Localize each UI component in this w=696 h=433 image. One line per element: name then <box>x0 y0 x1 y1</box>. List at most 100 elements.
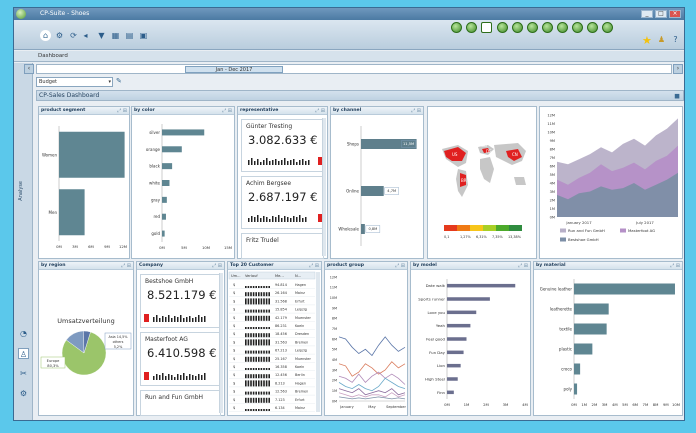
tick-label: 4M <box>612 402 618 407</box>
cell-text: 7.123 <box>275 398 285 402</box>
green-map-icon[interactable] <box>572 22 583 33</box>
minimize-button[interactable]: _ <box>641 10 653 18</box>
panel-menu-icon[interactable]: ⤢ ⊞ <box>315 107 325 115</box>
cell-text: Berlin <box>295 373 305 377</box>
timeline-prev-button[interactable]: ‹ <box>24 64 34 74</box>
green-line-icon[interactable] <box>527 22 538 33</box>
kpi-card[interactable]: Günter Tresting 3.082.633 € <box>241 119 324 172</box>
bar <box>162 163 173 170</box>
dashboard-help-icon[interactable]: ◼ <box>674 92 680 100</box>
kpi-card[interactable]: Masterfoot AG 6.410.598 € <box>140 332 221 386</box>
print-icon[interactable]: ▣ <box>138 30 149 41</box>
category-label: plastic <box>559 347 572 352</box>
green-pie-icon[interactable] <box>497 22 508 33</box>
sparkbar <box>247 368 250 370</box>
table-icon[interactable]: ▤ <box>124 30 135 41</box>
bar <box>447 283 516 288</box>
panel-menu-icon[interactable]: ⤢ ⊞ <box>518 262 528 270</box>
sparkbar <box>265 309 268 313</box>
grid-icon[interactable]: ▦ <box>110 30 121 41</box>
green-area-icon[interactable] <box>542 22 553 33</box>
green-table-icon[interactable] <box>557 22 568 33</box>
sidebar-person-icon[interactable]: ♙ <box>18 348 29 359</box>
settings-icon[interactable]: ⚙ <box>54 30 65 41</box>
green-bar-icon[interactable] <box>512 22 523 33</box>
analyse-tab[interactable]: Analyse <box>18 181 24 201</box>
map-label: GB <box>481 143 487 148</box>
sparkbar <box>247 286 250 288</box>
kpi-card[interactable]: Run and Fun GmbH <box>140 390 221 416</box>
filter-icon[interactable]: ▼ <box>96 30 107 41</box>
green-chart-icon[interactable] <box>466 22 477 33</box>
user-icon[interactable]: ♟ <box>656 34 667 45</box>
cell-text: $ <box>233 299 235 303</box>
panel-menu-icon[interactable]: ⤢ ⊞ <box>670 262 680 270</box>
scrollbar[interactable] <box>322 118 326 256</box>
kpi-card[interactable]: Fritz Trudel <box>241 233 324 259</box>
kpi-card[interactable]: Bestshoe GmbH 8.521.179 € <box>140 274 221 328</box>
kpi-name: Fritz Trudel <box>246 237 279 244</box>
timeline-range[interactable]: Jan - Dec 2017 <box>185 66 283 73</box>
series-line <box>338 371 406 385</box>
timeline-next-button[interactable]: › <box>673 64 683 74</box>
sparkbar <box>265 315 268 321</box>
sparkbar <box>245 339 247 346</box>
panel-menu-icon[interactable]: ⤢ ⊞ <box>222 107 232 115</box>
sparkbar <box>263 380 265 387</box>
cell-text: Leipzig <box>295 349 307 353</box>
category-label: leatherette <box>550 307 573 312</box>
tick-label: 0M <box>56 244 62 249</box>
panel-menu-icon[interactable]: ⤢ ⊞ <box>212 262 222 270</box>
refresh-icon[interactable]: ⟳ <box>68 30 79 41</box>
panel-menu-icon[interactable]: ⤢ ⊞ <box>309 262 319 270</box>
left-sidebar: Analyse ◔ ♙ ✂ ⚙ <box>14 63 33 420</box>
sparkbar <box>255 374 257 379</box>
timeline-slider[interactable]: Jan - Dec 2017 <box>36 64 672 74</box>
close-button[interactable]: × <box>669 10 681 18</box>
category-label: croco <box>561 367 572 372</box>
scenario-select[interactable]: Budget ▾ <box>36 77 113 87</box>
panel-menu-icon[interactable]: ⤢ ⊞ <box>117 107 127 115</box>
sidebar-tools-icon[interactable]: ✂ <box>18 368 29 379</box>
speaker-icon[interactable]: ◂ <box>80 30 91 41</box>
maximize-button[interactable]: □ <box>655 10 667 18</box>
tick-label: 8M <box>332 317 337 321</box>
sparkbar <box>245 298 247 305</box>
tick-label: 1M <box>464 402 470 407</box>
sidebar-gear-icon[interactable]: ⚙ <box>18 388 29 399</box>
world-map[interactable]: US GB DE CN BR 0,1 1,27% 6,31% 7,35% 13,38% <box>428 107 536 258</box>
sparkbar <box>250 380 252 387</box>
tick-label: 3M <box>550 190 555 194</box>
title-bar: CP-Suite - Shoes _ □ × <box>14 8 684 20</box>
top20-table[interactable]: Um... Verlauf Me... N... $ 94.814 Hagen $ 26.164… <box>228 271 321 416</box>
green-globe-icon[interactable] <box>451 22 462 33</box>
bar <box>574 283 675 295</box>
sparkbar <box>250 350 252 354</box>
help-icon[interactable]: ? <box>670 34 681 45</box>
category-label: white <box>149 181 160 186</box>
category-label: Sports runner <box>418 297 445 302</box>
green-info-icon[interactable] <box>602 22 613 33</box>
bar <box>447 350 464 355</box>
sidebar-chart-icon[interactable]: ◔ <box>18 328 29 339</box>
active-chart-icon[interactable] <box>481 22 492 33</box>
panel-menu-icon[interactable]: ⤢ ⊞ <box>411 107 421 115</box>
scrollbar[interactable] <box>219 273 223 413</box>
sparkbar <box>247 327 250 329</box>
star-icon[interactable]: ★ <box>642 34 652 47</box>
sparkbar <box>255 315 257 321</box>
sparkbar <box>247 374 250 379</box>
tick-label: 11M <box>547 122 555 126</box>
edit-icon[interactable]: ✎ <box>116 77 122 85</box>
green-export-icon[interactable] <box>587 22 598 33</box>
legend-swatch <box>620 228 626 233</box>
panel-menu-icon[interactable]: ⤢ ⊞ <box>395 262 405 270</box>
sparkbar <box>258 391 260 395</box>
sparkbar <box>263 327 265 329</box>
app-orb-icon[interactable] <box>16 9 26 19</box>
kpi-card[interactable]: Achim Bergsee 2.687.197 € <box>241 176 324 229</box>
panel-menu-icon[interactable]: ⤢ ⊞ <box>121 262 131 270</box>
cell-text: Bremen <box>295 340 308 344</box>
panel-representative: representative ⤢ ⊞ Günter Tresting 3.082.… <box>237 106 328 259</box>
home-icon[interactable]: ⌂ <box>40 30 51 41</box>
